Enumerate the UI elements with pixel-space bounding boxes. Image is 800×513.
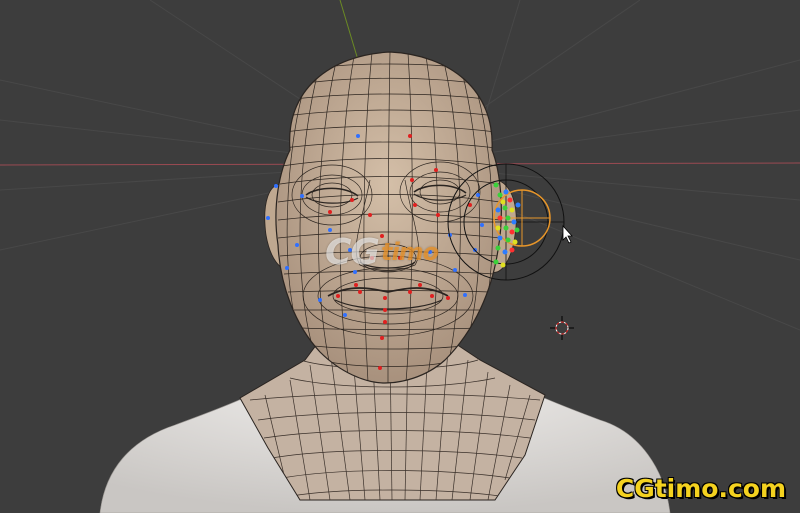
3d-viewport[interactable]: CGtimo CGtimo.com [0, 0, 800, 513]
mouse-pointer-icon [562, 224, 573, 244]
watermark-center: CGtimo [325, 232, 439, 273]
head-mesh[interactable] [275, 51, 502, 384]
z-axis-line [339, 0, 359, 61]
watermark-corner: CGtimo.com [615, 474, 786, 503]
watermark-cg-text: CG [325, 232, 380, 273]
3d-cursor-icon[interactable] [550, 316, 574, 340]
watermark-timo-text: timo [380, 238, 439, 266]
